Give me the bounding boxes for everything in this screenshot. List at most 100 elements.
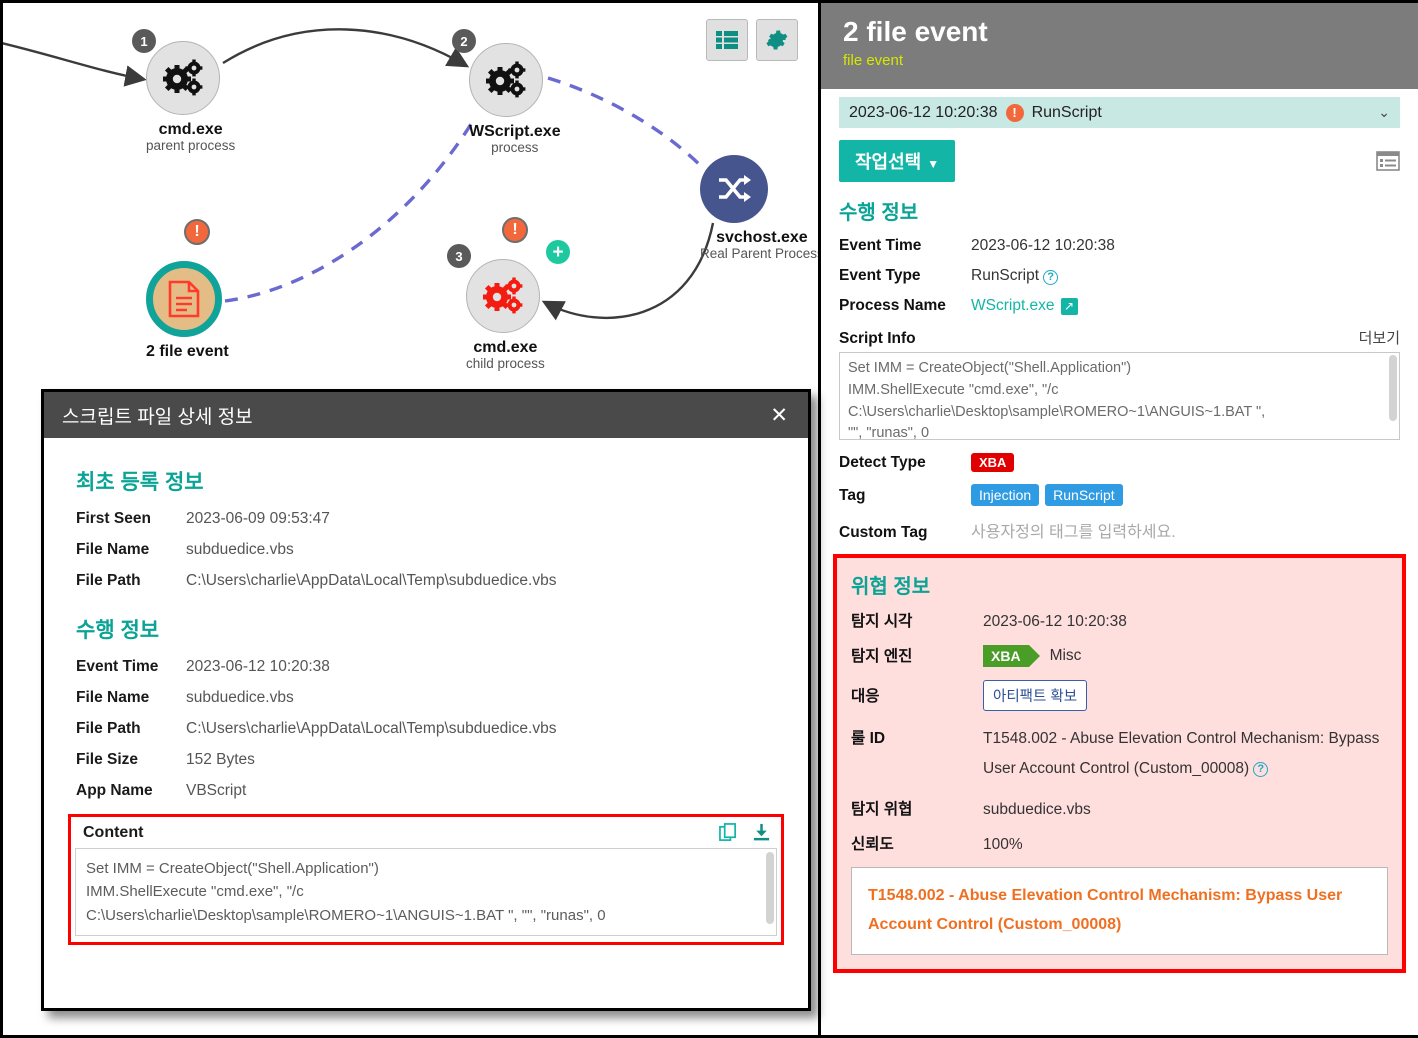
row-key: File Path (76, 572, 141, 589)
gears-icon-red (483, 277, 523, 314)
tag-badge-runscript[interactable]: RunScript (1045, 484, 1123, 506)
row-value: 2023-06-12 10:20:38 (971, 237, 1115, 254)
row-value: subduedice.vbs (186, 541, 294, 558)
list-view-button[interactable] (706, 19, 748, 61)
panel-body: 수행 정보 Event Time 2023-06-12 10:20:38 Eve… (821, 182, 1418, 542)
shuffle-icon (719, 175, 751, 202)
section-title-first-seen: 최초 등록 정보 (76, 471, 204, 494)
row-key: Event Time (839, 237, 922, 254)
event-select-dropdown[interactable]: 2023-06-12 10:20:38 ! RunScript ⌄ (839, 97, 1400, 128)
close-icon[interactable]: ✕ (768, 405, 790, 426)
document-icon (168, 280, 200, 318)
list-icon (716, 31, 738, 49)
node-circle[interactable]: 2 (452, 29, 543, 117)
gear-icon (766, 30, 788, 50)
download-icon[interactable] (752, 823, 771, 842)
node-label: 2 file event (146, 343, 229, 360)
gears-icon (163, 59, 203, 96)
dialog-row-app-name: App Name VBScript (76, 782, 776, 800)
dialog-row-file-size: File Size 152 Bytes (76, 751, 776, 769)
graph-node-file-event[interactable]: ! 2 file event (146, 219, 229, 361)
row-key: Event Type (839, 267, 921, 284)
threat-row-confidence: 신뢰도 100% (851, 832, 1388, 854)
row-key: 탐지 위협 (851, 801, 913, 819)
node-circle[interactable]: 1 (132, 29, 220, 115)
row-value-link[interactable]: WScript.exe (971, 297, 1055, 315)
threat-info-inner: 위협 정보 탐지 시각 2023-06-12 10:20:38 탐지 엔진 XB… (837, 558, 1402, 969)
content-actions (719, 823, 771, 842)
row-value: 2023-06-12 10:20:38 (983, 613, 1127, 630)
node-circle[interactable]: 3 (447, 244, 540, 333)
row-key: File Name (76, 541, 150, 558)
panel-row-detect-type: Detect Type XBA (839, 453, 1400, 472)
scrollbar-thumb[interactable] (766, 852, 774, 924)
graph-toolbar (706, 19, 798, 61)
dialog-row-event-time: Event Time 2023-06-12 10:20:38 (76, 658, 776, 676)
dialog-row-exec-file-path: File Path C:\Users\charlie\AppData\Local… (76, 720, 776, 738)
copy-icon[interactable] (719, 823, 738, 842)
help-icon[interactable]: ? (1253, 762, 1269, 778)
panel-row-tag: Tag Injection RunScript (839, 484, 1400, 506)
app-root: 1 cmd.exe parent process 2 WScript.exe p… (0, 0, 1418, 1038)
engine-chip: XBA Misc (983, 645, 1081, 667)
row-key: 대응 (851, 688, 880, 705)
row-key: App Name (76, 782, 153, 799)
content-code-area[interactable]: Set IMM = CreateObject("Shell.Applicatio… (75, 848, 777, 936)
chevron-right-icon (1028, 645, 1040, 667)
dialog-row-file-path: File Path C:\Users\charlie\AppData\Local… (76, 572, 776, 590)
panel-title: 2 file event (843, 16, 988, 47)
content-panel: Content Set IMM = CreateObject("Shell.Ap… (68, 814, 784, 945)
threat-row-detect-time: 탐지 시각 2023-06-12 10:20:38 (851, 609, 1388, 631)
node-label: WScript.exe (469, 123, 561, 140)
settings-button[interactable] (756, 19, 798, 61)
engine-name: Misc (1049, 647, 1082, 664)
row-key: Process Name (839, 297, 946, 314)
row-key: File Size (76, 751, 139, 768)
threat-row-detected-threat: 탐지 위협 subduedice.vbs (851, 797, 1388, 819)
node-circle[interactable] (700, 155, 768, 223)
graph-node-wscript[interactable]: 2 WScript.exe process (452, 29, 561, 155)
panel-row-event-type: Event Type RunScript ? (839, 267, 1400, 285)
node-sublabel: process (491, 140, 539, 155)
scrollbar-thumb[interactable] (1389, 355, 1397, 421)
event-select-type: RunScript (1031, 103, 1102, 121)
node-sublabel: child process (466, 356, 545, 371)
action-select-label: 작업선택 (855, 152, 922, 172)
row-key: 탐지 시각 (851, 613, 913, 630)
section-title-exec-info: 수행 정보 (76, 619, 160, 642)
external-link-icon[interactable]: ↗ (1060, 298, 1078, 315)
panel-row-event-time: Event Time 2023-06-12 10:20:38 (839, 237, 1400, 255)
row-key: Tag (839, 487, 866, 504)
show-more-link[interactable]: 더보기 (1359, 327, 1400, 348)
chevron-down-icon[interactable]: ⌄ (1378, 104, 1390, 121)
node-label: svchost.exe (716, 229, 808, 246)
row-value: 2023-06-12 10:20:38 (186, 658, 330, 675)
expand-plus-icon[interactable]: + (546, 240, 570, 264)
gears-icon (486, 61, 526, 98)
row-key: 탐지 엔진 (851, 648, 913, 665)
threat-section-title: 위협 정보 (851, 576, 931, 598)
event-select-timestamp: 2023-06-12 10:20:38 (849, 103, 998, 121)
graph-node-cmd-parent[interactable]: 1 cmd.exe parent process (132, 29, 236, 153)
row-value-link[interactable]: subduedice.vbs (983, 801, 1091, 819)
help-icon[interactable]: ? (1043, 270, 1059, 285)
content-label: Content (83, 823, 144, 841)
script-info-textarea[interactable]: Set IMM = CreateObject("Shell.Applicatio… (839, 352, 1400, 440)
artifact-collect-button[interactable]: 아티팩트 확보 (983, 680, 1088, 711)
engine-chip-label: XBA (983, 645, 1029, 667)
tag-badge-injection[interactable]: Injection (971, 484, 1040, 506)
graph-node-svchost[interactable]: svchost.exe Real Parent Process (700, 155, 818, 261)
row-value: 2023-06-09 09:53:47 (186, 510, 330, 527)
threat-info-block: 위협 정보 탐지 시각 2023-06-12 10:20:38 탐지 엔진 XB… (833, 554, 1406, 974)
panel-subtitle: file event (843, 51, 904, 69)
custom-tag-input[interactable]: 사용자정의 태그를 입력하세요. (971, 518, 1176, 542)
node-sublabel: parent process (146, 138, 236, 153)
alert-icon: ! (502, 217, 528, 243)
action-select-button[interactable]: 작업선택 ▼ (839, 140, 956, 182)
detect-type-badge: XBA (971, 453, 1015, 472)
detail-view-icon[interactable] (1376, 151, 1400, 171)
graph-node-cmd-child[interactable]: ! + 3 cmd.exe child process (447, 217, 570, 371)
node-circle[interactable] (146, 261, 222, 337)
threat-row-detect-engine: 탐지 엔진 XBA Misc (851, 644, 1388, 667)
row-key: First Seen (76, 510, 151, 527)
